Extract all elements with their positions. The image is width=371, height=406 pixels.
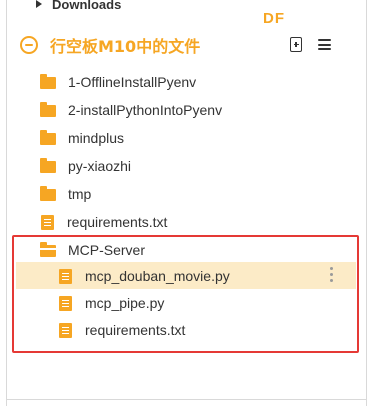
list-item-label: py-xiaozhi: [68, 158, 132, 174]
df-watermark: DF: [263, 10, 285, 27]
panel-title: 行空板M10中的文件: [50, 37, 201, 56]
folder-icon: [40, 74, 56, 89]
panel-header: 行空板M10中的文件: [20, 33, 200, 57]
list-item-folder[interactable]: 2-installPythonIntoPyenv: [40, 96, 222, 124]
panel-right-border: [366, 0, 367, 406]
list-item-folder[interactable]: py-xiaozhi: [40, 152, 131, 180]
tree-item-label: Downloads: [52, 0, 122, 12]
list-item-label: requirements.txt: [67, 214, 168, 230]
list-item-label: mindplus: [68, 130, 125, 146]
list-item-folder[interactable]: tmp: [40, 180, 91, 208]
annotation-box: [12, 235, 359, 353]
list-item-label: 1-OfflineInstallPyenv: [68, 74, 197, 90]
folder-icon: [40, 186, 56, 201]
tree-item-downloads[interactable]: Downloads: [36, 0, 121, 14]
list-item-folder[interactable]: 1-OfflineInstallPyenv: [40, 68, 196, 96]
panel-left-border: [6, 0, 7, 406]
list-item-file[interactable]: requirements.txt: [41, 208, 167, 236]
folder-icon: [40, 130, 56, 145]
caret-right-icon: [36, 0, 42, 8]
list-item-label: 2-installPythonIntoPyenv: [68, 102, 223, 118]
add-file-icon[interactable]: [290, 37, 302, 52]
file-icon: [41, 214, 54, 230]
list-item-label: tmp: [68, 186, 92, 202]
device-icon: [20, 36, 38, 54]
panel-bottom-border: [6, 399, 367, 400]
menu-icon[interactable]: [318, 39, 331, 50]
folder-icon: [40, 158, 56, 173]
list-item-folder[interactable]: mindplus: [40, 124, 124, 152]
folder-icon: [40, 102, 56, 117]
